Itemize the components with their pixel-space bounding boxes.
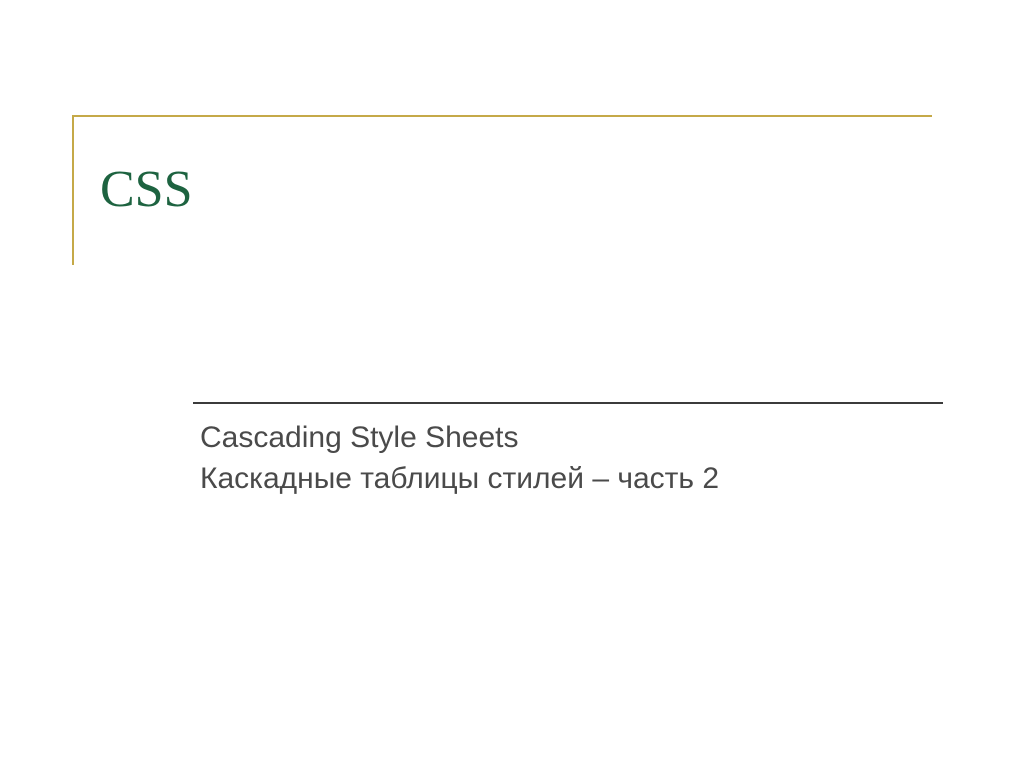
slide-title: CSS <box>100 160 193 219</box>
subtitle-line-1: Cascading Style Sheets <box>200 418 719 459</box>
title-frame-border <box>72 115 932 265</box>
subtitle-block: Cascading Style Sheets Каскадные таблицы… <box>200 418 719 499</box>
subtitle-line-2: Каскадные таблицы стилей – часть 2 <box>200 459 719 500</box>
subtitle-divider <box>193 402 943 404</box>
